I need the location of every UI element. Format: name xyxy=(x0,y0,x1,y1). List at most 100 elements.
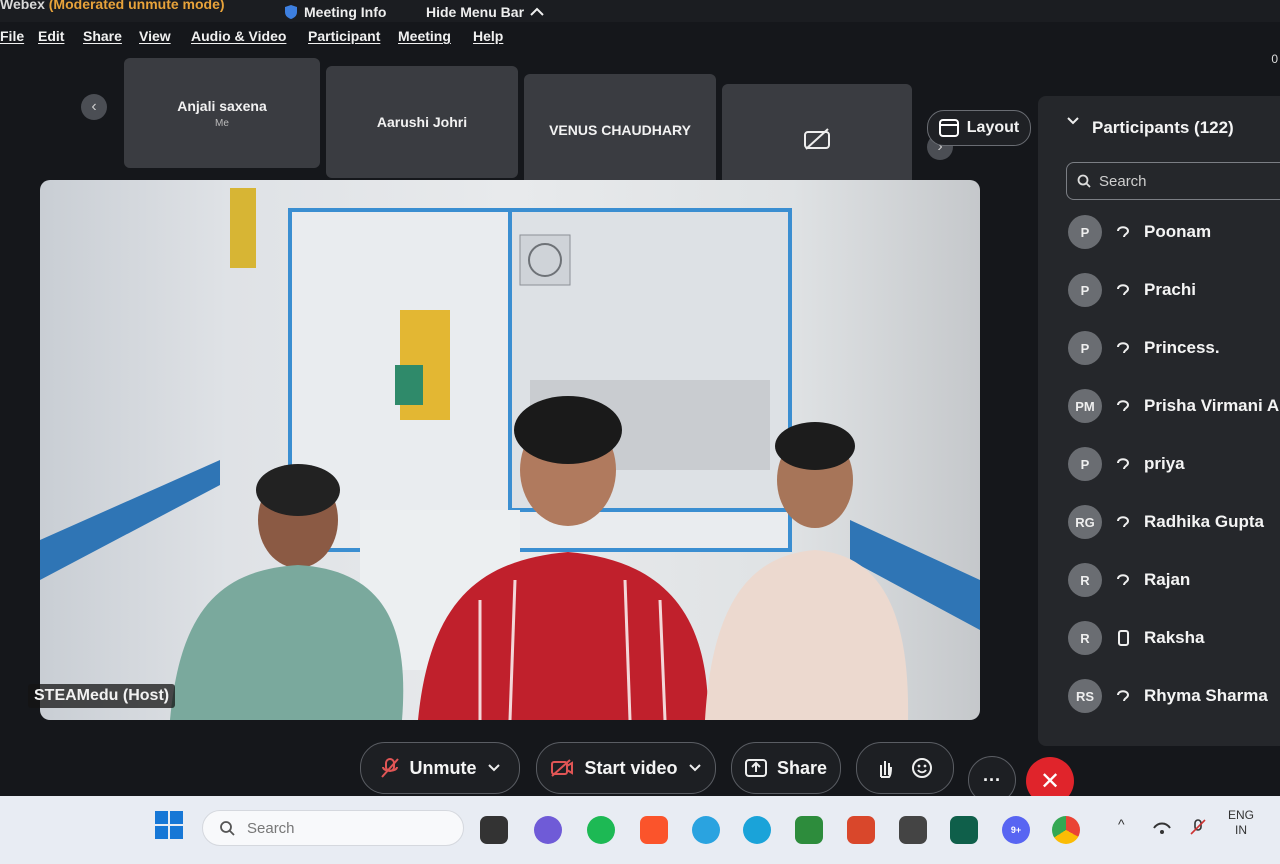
participant-name: Rhyma Sharma xyxy=(1144,686,1268,705)
audio-connected-icon xyxy=(1117,574,1130,586)
emoji-reaction-icon[interactable] xyxy=(910,756,934,780)
thumbnail-aarushi[interactable]: Aarushi Johri xyxy=(326,66,518,178)
thumbnail-name: Aarushi Johri xyxy=(376,114,468,130)
layout-label: Layout xyxy=(966,119,1020,136)
window-title: Webex (Moderated unmute mode) xyxy=(0,0,225,12)
discord-badge: 9+ xyxy=(1010,825,1022,835)
audio-connected-icon xyxy=(1117,516,1130,528)
tray-expand-icon[interactable]: ^ xyxy=(1118,816,1125,832)
reactions-group xyxy=(856,742,954,794)
meeting-info-label: Meeting Info xyxy=(304,4,387,20)
search-icon xyxy=(1077,174,1091,188)
thumbnail-venus[interactable]: VENUS CHAUDHARY xyxy=(524,74,716,186)
webex-icon[interactable] xyxy=(950,816,978,844)
taskbar-search-placeholder: Search xyxy=(247,819,295,837)
corner-indicator: 0 xyxy=(1271,52,1278,66)
menu-meeting[interactable]: Meeting xyxy=(398,28,451,44)
menu-help[interactable]: Help xyxy=(473,28,503,44)
participant-row[interactable]: P priya xyxy=(1068,444,1280,484)
avatar: PM xyxy=(1068,389,1102,423)
muted-mic-icon xyxy=(380,758,399,778)
layout-button[interactable]: Layout xyxy=(927,110,1031,146)
powerpoint-icon[interactable] xyxy=(847,816,875,844)
thumbnail-video-off[interactable] xyxy=(722,84,912,194)
video-off-icon xyxy=(551,759,574,777)
network-icon[interactable] xyxy=(1152,818,1172,836)
more-icon: ··· xyxy=(983,769,1001,790)
participant-name: Prachi xyxy=(1144,280,1196,299)
menu-edit[interactable]: Edit xyxy=(38,28,64,44)
avatar: R xyxy=(1068,563,1102,597)
windows-start-icon[interactable] xyxy=(154,810,184,840)
participants-panel: Participants (122) Search P Poonam P Pra… xyxy=(1038,96,1280,746)
language-code: ENG xyxy=(1228,808,1255,822)
participant-row[interactable]: P Prachi xyxy=(1068,270,1280,310)
menu-participant[interactable]: Participant xyxy=(308,28,380,44)
start-video-button[interactable]: Start video xyxy=(536,742,716,794)
menu-audio-video[interactable]: Audio & Video xyxy=(191,28,286,44)
video-off-icon xyxy=(804,128,830,150)
audio-connected-icon xyxy=(1117,690,1130,702)
host-name-label: STEAMedu (Host) xyxy=(28,684,176,708)
telegram-icon[interactable] xyxy=(692,816,720,844)
participant-row[interactable]: R Rajan xyxy=(1068,560,1280,600)
discord-icon[interactable]: 9+ xyxy=(1002,816,1030,844)
phone-icon xyxy=(1118,630,1129,646)
thumbnail-anjali[interactable]: Anjali saxena Me xyxy=(124,58,320,168)
unmute-button[interactable]: Unmute xyxy=(360,742,520,794)
raise-hand-icon[interactable] xyxy=(876,757,894,779)
close-icon: ✕ xyxy=(1039,767,1061,795)
unmute-mode-label: (Moderated unmute mode) xyxy=(48,0,225,12)
collapse-chevron-icon[interactable] xyxy=(1066,116,1080,126)
avatar: P xyxy=(1068,273,1102,307)
chevron-left-icon: ‹ xyxy=(91,98,97,115)
unmute-label: Unmute xyxy=(409,757,477,778)
share-label: Share xyxy=(776,757,828,778)
main-video[interactable] xyxy=(40,180,980,720)
participant-row[interactable]: RS Rhyma Sharma xyxy=(1068,676,1280,716)
mic-muted-tray-icon[interactable] xyxy=(1188,818,1208,836)
thumbnail-me-label: Me xyxy=(215,117,229,129)
avatar: R xyxy=(1068,621,1102,655)
audio-connected-icon xyxy=(1117,342,1130,354)
brave-icon[interactable] xyxy=(640,816,668,844)
audio-connected-icon xyxy=(1117,458,1130,470)
thumbnails-prev-button[interactable]: ‹ xyxy=(81,94,107,120)
meet-icon[interactable] xyxy=(795,816,823,844)
taskbar-search-input[interactable]: Search xyxy=(202,810,464,846)
participant-row[interactable]: R Raksha xyxy=(1068,618,1280,658)
participant-name: Princess. xyxy=(1144,338,1220,357)
start-video-label: Start video xyxy=(584,757,678,778)
participant-row[interactable]: P Poonam xyxy=(1068,212,1280,252)
participant-row[interactable]: RG Radhika Gupta xyxy=(1068,502,1280,542)
chrome-icon[interactable] xyxy=(1052,816,1080,844)
spotify-icon[interactable] xyxy=(587,816,615,844)
participants-search-input[interactable]: Search xyxy=(1066,162,1280,200)
share-button[interactable]: Share xyxy=(731,742,841,794)
avatar: P xyxy=(1068,447,1102,481)
meeting-info-button[interactable]: Meeting Info xyxy=(284,4,386,20)
hide-menu-label: Hide Menu Bar xyxy=(426,4,525,20)
menu-view[interactable]: View xyxy=(139,28,171,44)
language-indicator[interactable]: ENG IN xyxy=(1228,808,1254,838)
avatar: RS xyxy=(1068,679,1102,713)
participant-row[interactable]: PM Prisha Virmani AI xyxy=(1068,386,1280,426)
participant-row[interactable]: P Princess. xyxy=(1068,328,1280,368)
participant-name: Prisha Virmani AI xyxy=(1144,396,1280,415)
task-view-icon[interactable] xyxy=(480,816,508,844)
avatar: RG xyxy=(1068,505,1102,539)
chevron-down-icon[interactable] xyxy=(688,763,702,773)
chevron-down-icon[interactable] xyxy=(487,763,501,773)
thumbnail-name: Anjali saxena xyxy=(177,97,267,114)
audio-connected-icon xyxy=(1117,400,1130,412)
region-code: IN xyxy=(1235,823,1247,837)
menu-file[interactable]: File xyxy=(0,28,24,44)
taskbar: Search 9+ ^ ENG IN xyxy=(0,796,1280,864)
copilot-icon[interactable] xyxy=(534,816,562,844)
hide-menu-bar-button[interactable]: Hide Menu Bar xyxy=(426,4,544,20)
layout-icon xyxy=(938,119,959,137)
menu-share[interactable]: Share xyxy=(83,28,122,44)
participants-title: Participants (122) xyxy=(1092,118,1234,137)
explorer-icon[interactable] xyxy=(899,816,927,844)
edge-icon[interactable] xyxy=(743,816,771,844)
